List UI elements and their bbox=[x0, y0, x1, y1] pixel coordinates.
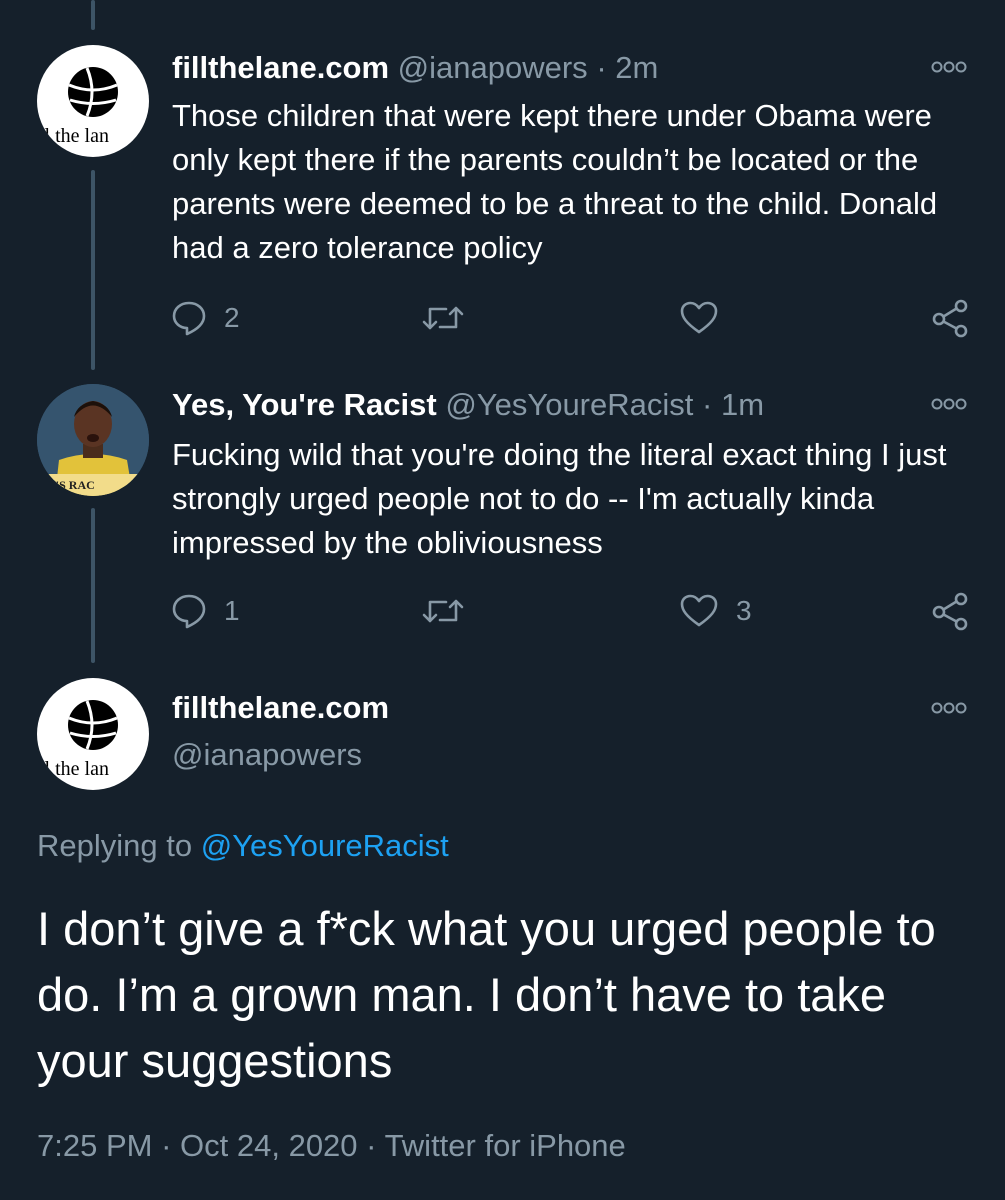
timestamp[interactable]: 2m bbox=[615, 50, 658, 85]
avatar[interactable]: AT'S RAC bbox=[37, 384, 149, 496]
thread-line-top bbox=[91, 0, 95, 30]
more-options-icon[interactable] bbox=[931, 397, 967, 411]
share-button[interactable] bbox=[930, 591, 970, 631]
handle[interactable]: @ianapowers bbox=[172, 735, 362, 775]
heart-icon bbox=[680, 594, 718, 628]
tweet-text: Fucking wild that you're doing the liter… bbox=[172, 437, 947, 560]
timestamp[interactable]: 1m bbox=[721, 387, 764, 422]
separator-dot: · bbox=[702, 387, 713, 422]
reply-button[interactable]: 2 bbox=[172, 298, 240, 338]
share-button[interactable] bbox=[930, 298, 970, 338]
retweet-button[interactable] bbox=[422, 591, 482, 631]
reply-count: 2 bbox=[224, 302, 240, 333]
display-name[interactable]: fillthelane.com bbox=[172, 688, 389, 728]
replying-to-handle-link[interactable]: @YesYoureRacist bbox=[201, 828, 449, 863]
share-icon bbox=[930, 591, 970, 631]
tweet-header: Yes, You're Racist @YesYoureRacist · 1m bbox=[172, 386, 764, 424]
heart-icon bbox=[680, 301, 718, 335]
like-button[interactable]: 3 bbox=[680, 591, 752, 631]
retweet-icon bbox=[422, 302, 464, 334]
svg-text:ll the lan: ll the lan bbox=[39, 758, 109, 780]
tweet-meta: 7:25 PM · Oct 24, 2020 · Twitter for iPh… bbox=[37, 1126, 626, 1166]
replying-to: Replying to @YesYoureRacist bbox=[37, 826, 449, 866]
more-options-icon[interactable] bbox=[931, 701, 967, 715]
avatar[interactable]: ll the lan bbox=[37, 45, 149, 157]
svg-text:AT'S RAC: AT'S RAC bbox=[40, 478, 95, 492]
more-options-icon[interactable] bbox=[931, 60, 967, 74]
reply-bubble-icon bbox=[172, 593, 206, 629]
tweet-text: I don’t give a f*ck what you urged peopl… bbox=[37, 902, 936, 1087]
svg-text:ll the lan: ll the lan bbox=[39, 125, 109, 147]
tweet-header: fillthelane.com @ianapowers · 2m bbox=[172, 49, 658, 87]
tweet-actions: 2 bbox=[172, 298, 972, 338]
share-icon bbox=[930, 298, 970, 338]
separator-dot: · bbox=[596, 50, 607, 85]
separator-dot: · bbox=[366, 1128, 377, 1163]
reply-bubble-icon bbox=[172, 300, 206, 336]
reply-button[interactable]: 1 bbox=[172, 591, 240, 631]
thread-line-1 bbox=[91, 170, 95, 370]
avatar[interactable]: ll the lan bbox=[37, 678, 149, 790]
handle[interactable]: @ianapowers bbox=[398, 50, 588, 85]
retweet-button[interactable] bbox=[422, 298, 482, 338]
replying-to-label: Replying to bbox=[37, 828, 201, 863]
tweet-source[interactable]: Twitter for iPhone bbox=[385, 1128, 626, 1163]
tweet-date[interactable]: Oct 24, 2020 bbox=[180, 1128, 358, 1163]
display-name[interactable]: fillthelane.com bbox=[172, 50, 389, 85]
thread-line-2 bbox=[91, 508, 95, 663]
like-button[interactable] bbox=[680, 298, 736, 338]
retweet-icon bbox=[422, 595, 464, 627]
reply-count: 1 bbox=[224, 595, 240, 626]
display-name[interactable]: Yes, You're Racist bbox=[172, 387, 437, 422]
tweet-text: Those children that were kept there unde… bbox=[172, 98, 938, 265]
handle[interactable]: @YesYoureRacist bbox=[445, 387, 693, 422]
tweet-time[interactable]: 7:25 PM bbox=[37, 1128, 152, 1163]
like-count: 3 bbox=[736, 595, 752, 626]
separator-dot: · bbox=[161, 1128, 172, 1163]
tweet-actions: 1 3 bbox=[172, 591, 972, 631]
